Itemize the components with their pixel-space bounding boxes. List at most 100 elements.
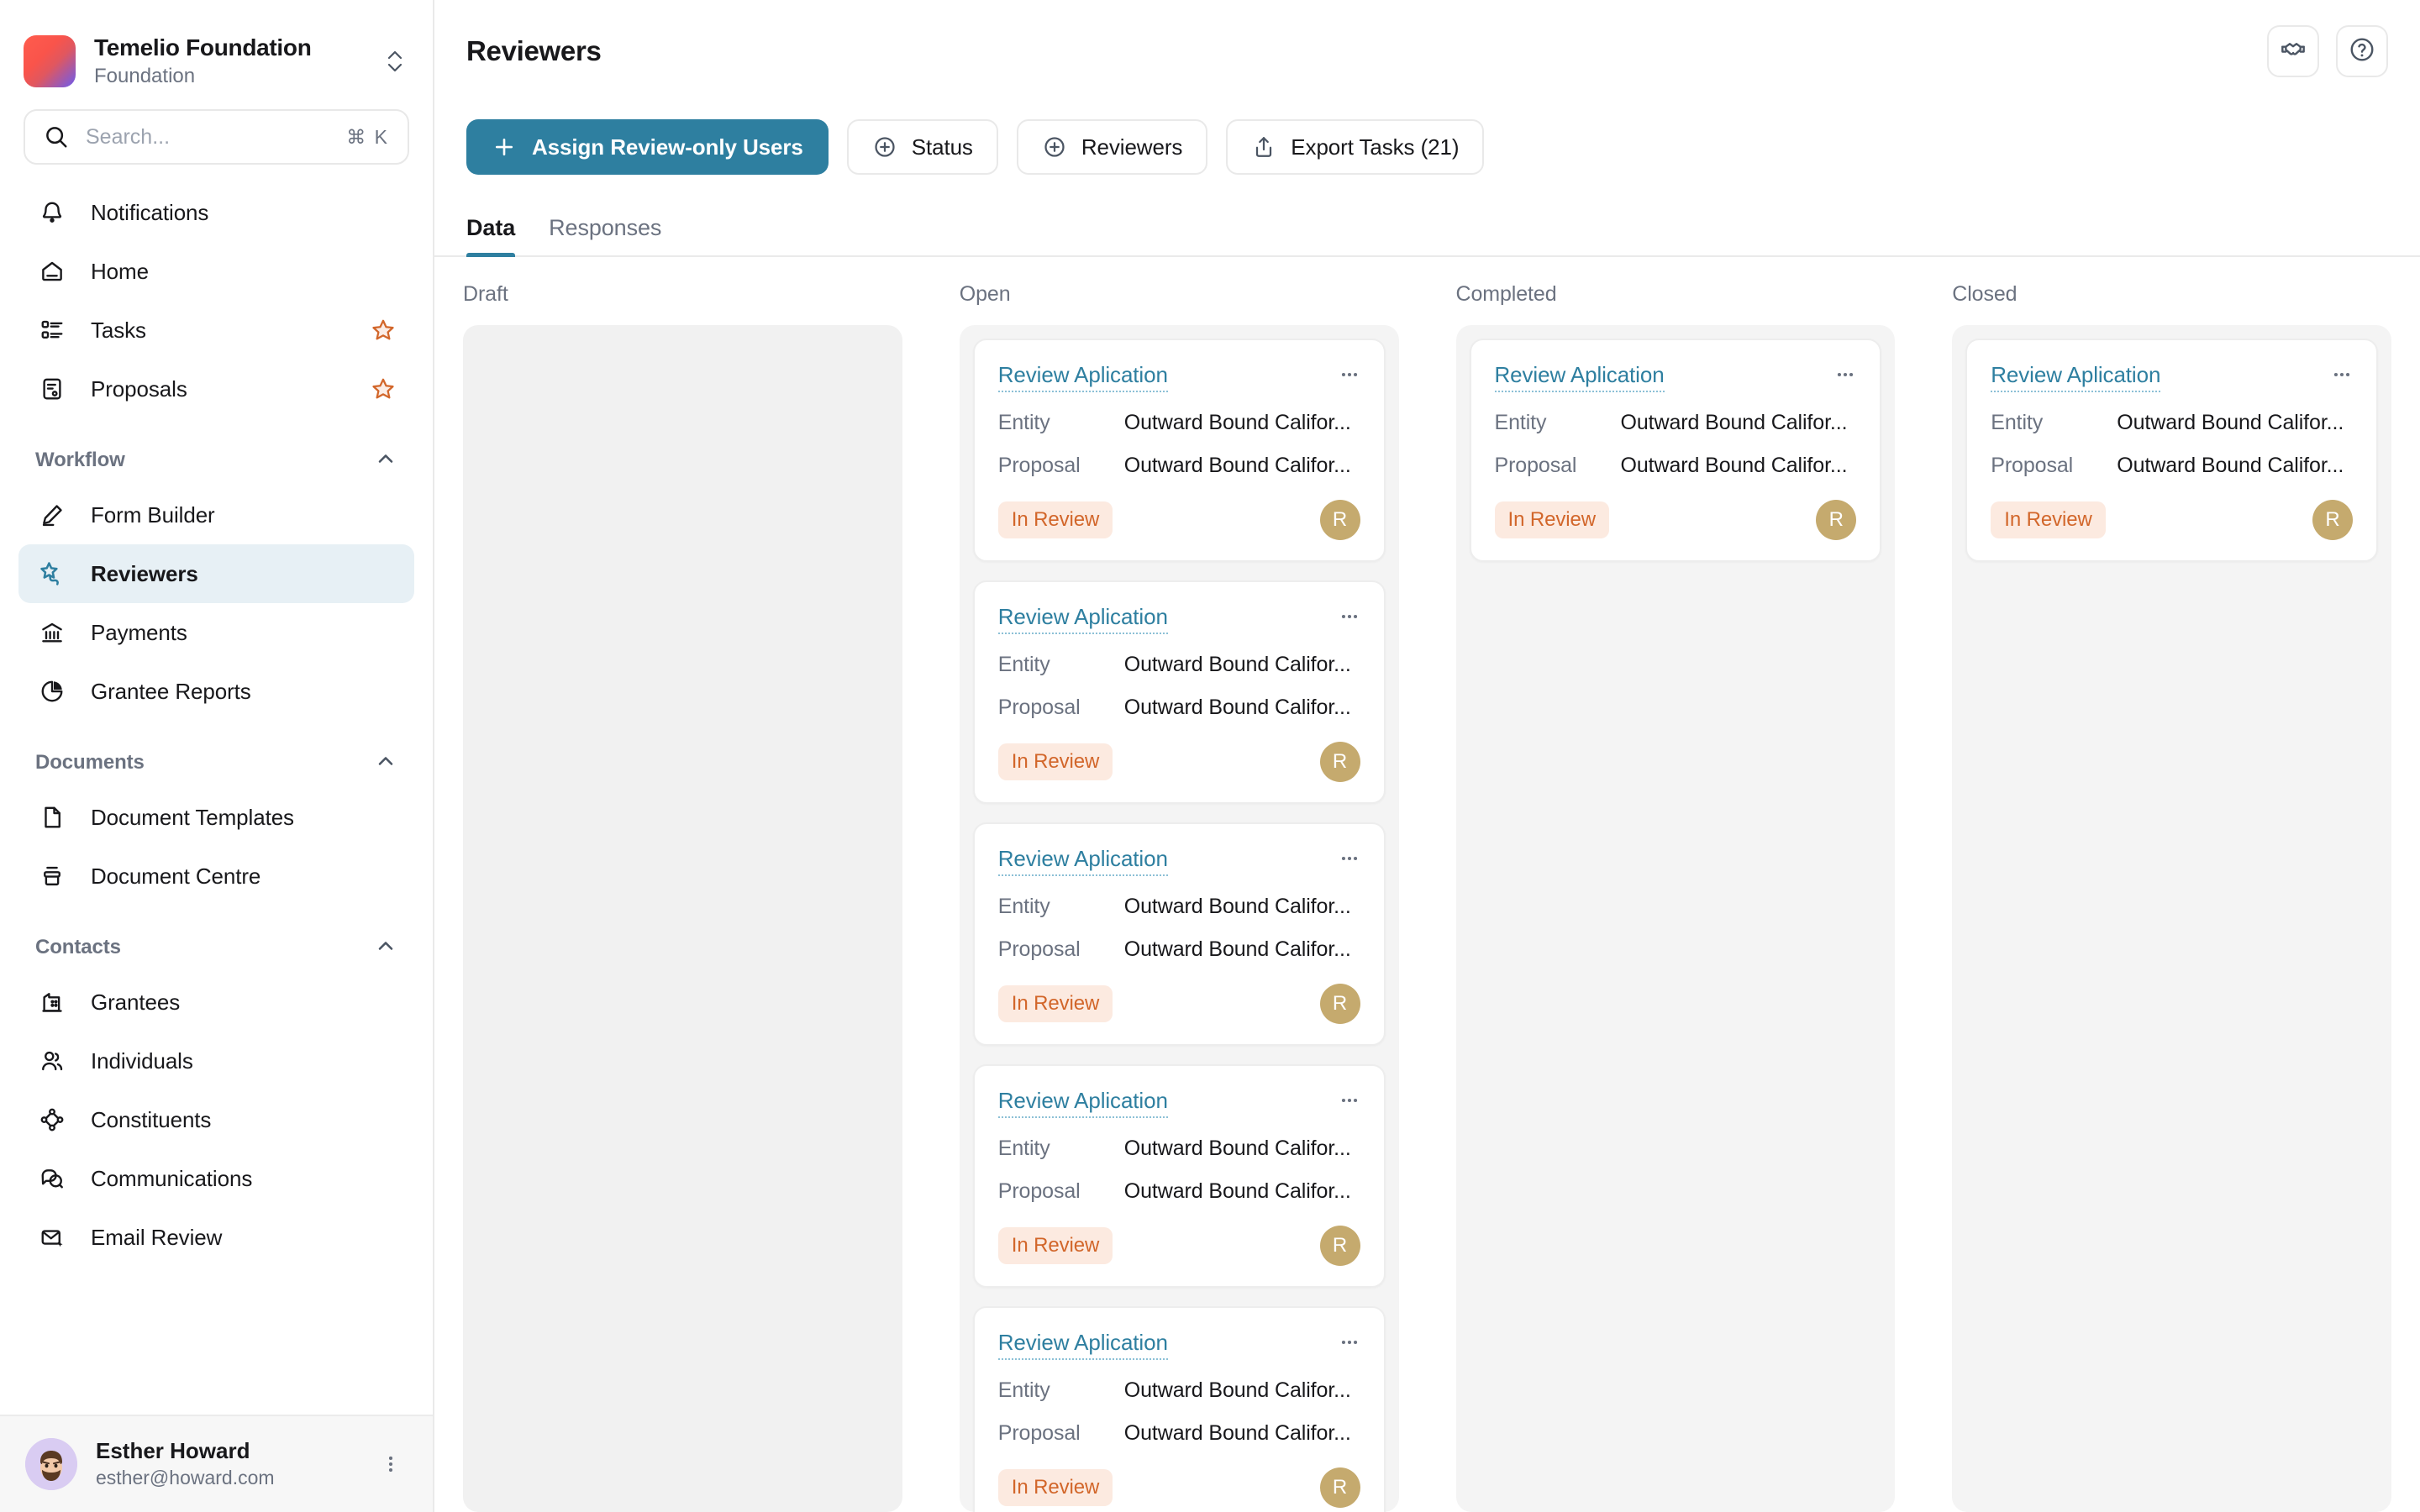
- chevron-up-icon[interactable]: [374, 934, 397, 962]
- assignee-avatar[interactable]: R: [2312, 500, 2353, 540]
- kanban-board: Draft Open Review Aplication: [434, 257, 2420, 1512]
- sidebar-item-payments[interactable]: Payments: [18, 603, 414, 662]
- kanban-column-completed: Completed Review Aplication Entity Outwa…: [1428, 257, 1924, 1512]
- task-card[interactable]: Review Aplication Entity Outward Bound C…: [973, 1064, 1386, 1288]
- org-type: Foundation: [94, 65, 381, 89]
- field-label: Proposal: [998, 454, 1124, 478]
- card-title-link[interactable]: Review Aplication: [1495, 362, 1665, 392]
- home-icon: [35, 259, 69, 284]
- sidebar-item-reviewers[interactable]: Reviewers: [18, 544, 414, 603]
- sidebar-item-constituents[interactable]: Constituents: [18, 1090, 414, 1149]
- card-title-link[interactable]: Review Aplication: [998, 604, 1168, 634]
- card-footer: In Review R: [998, 984, 1360, 1024]
- archive-box-icon: [35, 864, 69, 889]
- bank-icon: [35, 620, 69, 645]
- field-label: Entity: [998, 1137, 1124, 1161]
- chevron-up-icon[interactable]: [374, 447, 397, 475]
- org-switcher[interactable]: Temelio Foundation Foundation: [0, 0, 433, 101]
- column-dropzone[interactable]: Review Aplication Entity Outward Bound C…: [960, 325, 1399, 1512]
- sidebar-item-home[interactable]: Home: [18, 242, 414, 301]
- assignee-avatar[interactable]: R: [1320, 500, 1360, 540]
- card-title-link[interactable]: Review Aplication: [998, 1330, 1168, 1360]
- dots-vertical-icon[interactable]: [374, 1453, 408, 1475]
- dots-horizontal-icon[interactable]: [1330, 362, 1360, 386]
- column-dropzone[interactable]: Review Aplication Entity Outward Bound C…: [1456, 325, 1896, 1512]
- sidebar-item-individuals[interactable]: Individuals: [18, 1032, 414, 1090]
- search-input[interactable]: Search... ⌘ K: [24, 109, 409, 165]
- card-title-link[interactable]: Review Aplication: [998, 1088, 1168, 1118]
- sidebar-item-grantees[interactable]: Grantees: [18, 973, 414, 1032]
- chevron-up-down-icon[interactable]: [381, 45, 409, 77]
- sidebar-item-notifications[interactable]: Notifications: [18, 183, 414, 242]
- section-header-contacts[interactable]: Contacts: [35, 927, 397, 968]
- sidebar-item-label: Communications: [91, 1166, 397, 1192]
- card-footer: In Review R: [1495, 500, 1857, 540]
- sidebar-item-proposals[interactable]: Proposals: [18, 360, 414, 418]
- column-dropzone[interactable]: [463, 325, 902, 1512]
- sidebar-item-document-templates[interactable]: Document Templates: [18, 788, 414, 847]
- dots-horizontal-icon[interactable]: [1330, 846, 1360, 869]
- help-button[interactable]: [2336, 25, 2388, 77]
- card-field-proposal: Proposal Outward Bound Califor...: [1495, 454, 1857, 478]
- card-title-link[interactable]: Review Aplication: [998, 362, 1168, 392]
- dots-horizontal-icon[interactable]: [1330, 1088, 1360, 1111]
- bell-icon: [35, 200, 69, 225]
- column-dropzone[interactable]: Review Aplication Entity Outward Bound C…: [1952, 325, 2391, 1512]
- section-header-workflow[interactable]: Workflow: [35, 440, 397, 480]
- partners-button[interactable]: [2267, 25, 2319, 77]
- section-header-documents[interactable]: Documents: [35, 743, 397, 783]
- task-card[interactable]: Review Aplication Entity Outward Bound C…: [973, 822, 1386, 1046]
- star-icon[interactable]: [369, 318, 397, 343]
- avatar: [25, 1438, 77, 1490]
- export-tasks-button[interactable]: Export Tasks (21): [1226, 119, 1484, 175]
- sidebar-item-document-centre[interactable]: Document Centre: [18, 847, 414, 906]
- field-value: Outward Bound Califor...: [1621, 411, 1857, 435]
- user-profile[interactable]: Esther Howard esther@howard.com: [0, 1415, 433, 1512]
- status-badge: In Review: [1495, 501, 1609, 538]
- assignee-avatar[interactable]: R: [1320, 1467, 1360, 1508]
- task-card[interactable]: Review Aplication Entity Outward Bound C…: [973, 1306, 1386, 1512]
- dots-horizontal-icon[interactable]: [1330, 1330, 1360, 1353]
- assignee-avatar[interactable]: R: [1320, 1226, 1360, 1266]
- status-filter-button[interactable]: Status: [847, 119, 998, 175]
- task-card[interactable]: Review Aplication Entity Outward Bound C…: [1965, 339, 2378, 562]
- search-shortcut: ⌘ K: [346, 126, 389, 149]
- dots-horizontal-icon[interactable]: [2323, 362, 2353, 386]
- field-label: Entity: [1991, 411, 2117, 435]
- sidebar-item-tasks[interactable]: Tasks: [18, 301, 414, 360]
- help-circle-icon: [2349, 36, 2375, 67]
- card-header: Review Aplication: [998, 846, 1360, 876]
- sidebar-item-email-review[interactable]: Email Review: [18, 1208, 414, 1267]
- chevron-up-icon[interactable]: [374, 749, 397, 777]
- tab-responses[interactable]: Responses: [549, 215, 661, 255]
- sidebar-item-label: Grantee Reports: [91, 679, 397, 705]
- sidebar-item-communications[interactable]: Communications: [18, 1149, 414, 1208]
- card-field-proposal: Proposal Outward Bound Califor...: [998, 1421, 1360, 1446]
- reviewers-filter-button[interactable]: Reviewers: [1017, 119, 1207, 175]
- assignee-avatar[interactable]: R: [1320, 984, 1360, 1024]
- assignee-avatar[interactable]: R: [1320, 742, 1360, 782]
- card-title-link[interactable]: Review Aplication: [998, 846, 1168, 876]
- column-title: Draft: [463, 282, 902, 307]
- field-value: Outward Bound Califor...: [1124, 1137, 1360, 1161]
- task-card[interactable]: Review Aplication Entity Outward Bound C…: [1470, 339, 1882, 562]
- task-card[interactable]: Review Aplication Entity Outward Bound C…: [973, 580, 1386, 804]
- chat-bubbles-icon: [35, 1166, 69, 1191]
- sidebar-item-form-builder[interactable]: Form Builder: [18, 486, 414, 544]
- tab-data[interactable]: Data: [466, 215, 515, 255]
- card-title-link[interactable]: Review Aplication: [1991, 362, 2160, 392]
- assign-review-only-users-button[interactable]: Assign Review-only Users: [466, 119, 829, 175]
- kanban-column-open: Open Review Aplication Entity Outward Bo…: [931, 257, 1428, 1512]
- button-label: Reviewers: [1081, 134, 1182, 160]
- user-email: esther@howard.com: [96, 1466, 374, 1491]
- sidebar-item-label: Home: [91, 259, 397, 285]
- task-card[interactable]: Review Aplication Entity Outward Bound C…: [973, 339, 1386, 562]
- dots-horizontal-icon[interactable]: [1826, 362, 1856, 386]
- sidebar-item-grantee-reports[interactable]: Grantee Reports: [18, 662, 414, 721]
- dots-horizontal-icon[interactable]: [1330, 604, 1360, 627]
- field-label: Proposal: [998, 1179, 1124, 1204]
- assignee-avatar[interactable]: R: [1816, 500, 1856, 540]
- sidebar-item-label: Individuals: [91, 1048, 397, 1074]
- star-icon[interactable]: [369, 376, 397, 402]
- card-header: Review Aplication: [1495, 362, 1857, 392]
